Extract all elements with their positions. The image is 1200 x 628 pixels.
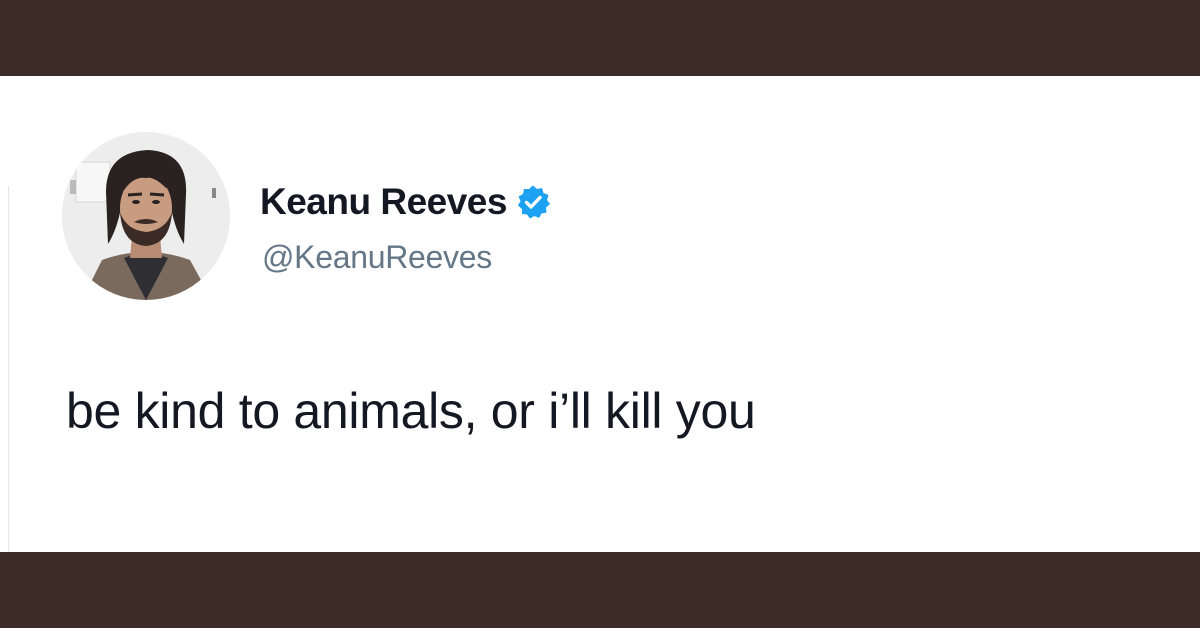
screenshot-frame: Keanu Reeves @KeanuReeves be kind to ani… bbox=[0, 0, 1200, 628]
top-band bbox=[0, 0, 1200, 76]
author-name-row[interactable]: Keanu Reeves bbox=[260, 180, 551, 224]
avatar[interactable] bbox=[62, 132, 230, 300]
tweet-card: Keanu Reeves @KeanuReeves be kind to ani… bbox=[0, 76, 1200, 626]
avatar-photo-icon bbox=[62, 132, 230, 300]
author-display-name[interactable]: Keanu Reeves bbox=[260, 181, 507, 223]
bottom-band bbox=[0, 552, 1200, 628]
author-handle[interactable]: @KeanuReeves bbox=[262, 239, 492, 276]
verified-badge-icon bbox=[515, 184, 551, 220]
tweet-text: be kind to animals, or i’ll kill you bbox=[66, 383, 756, 439]
